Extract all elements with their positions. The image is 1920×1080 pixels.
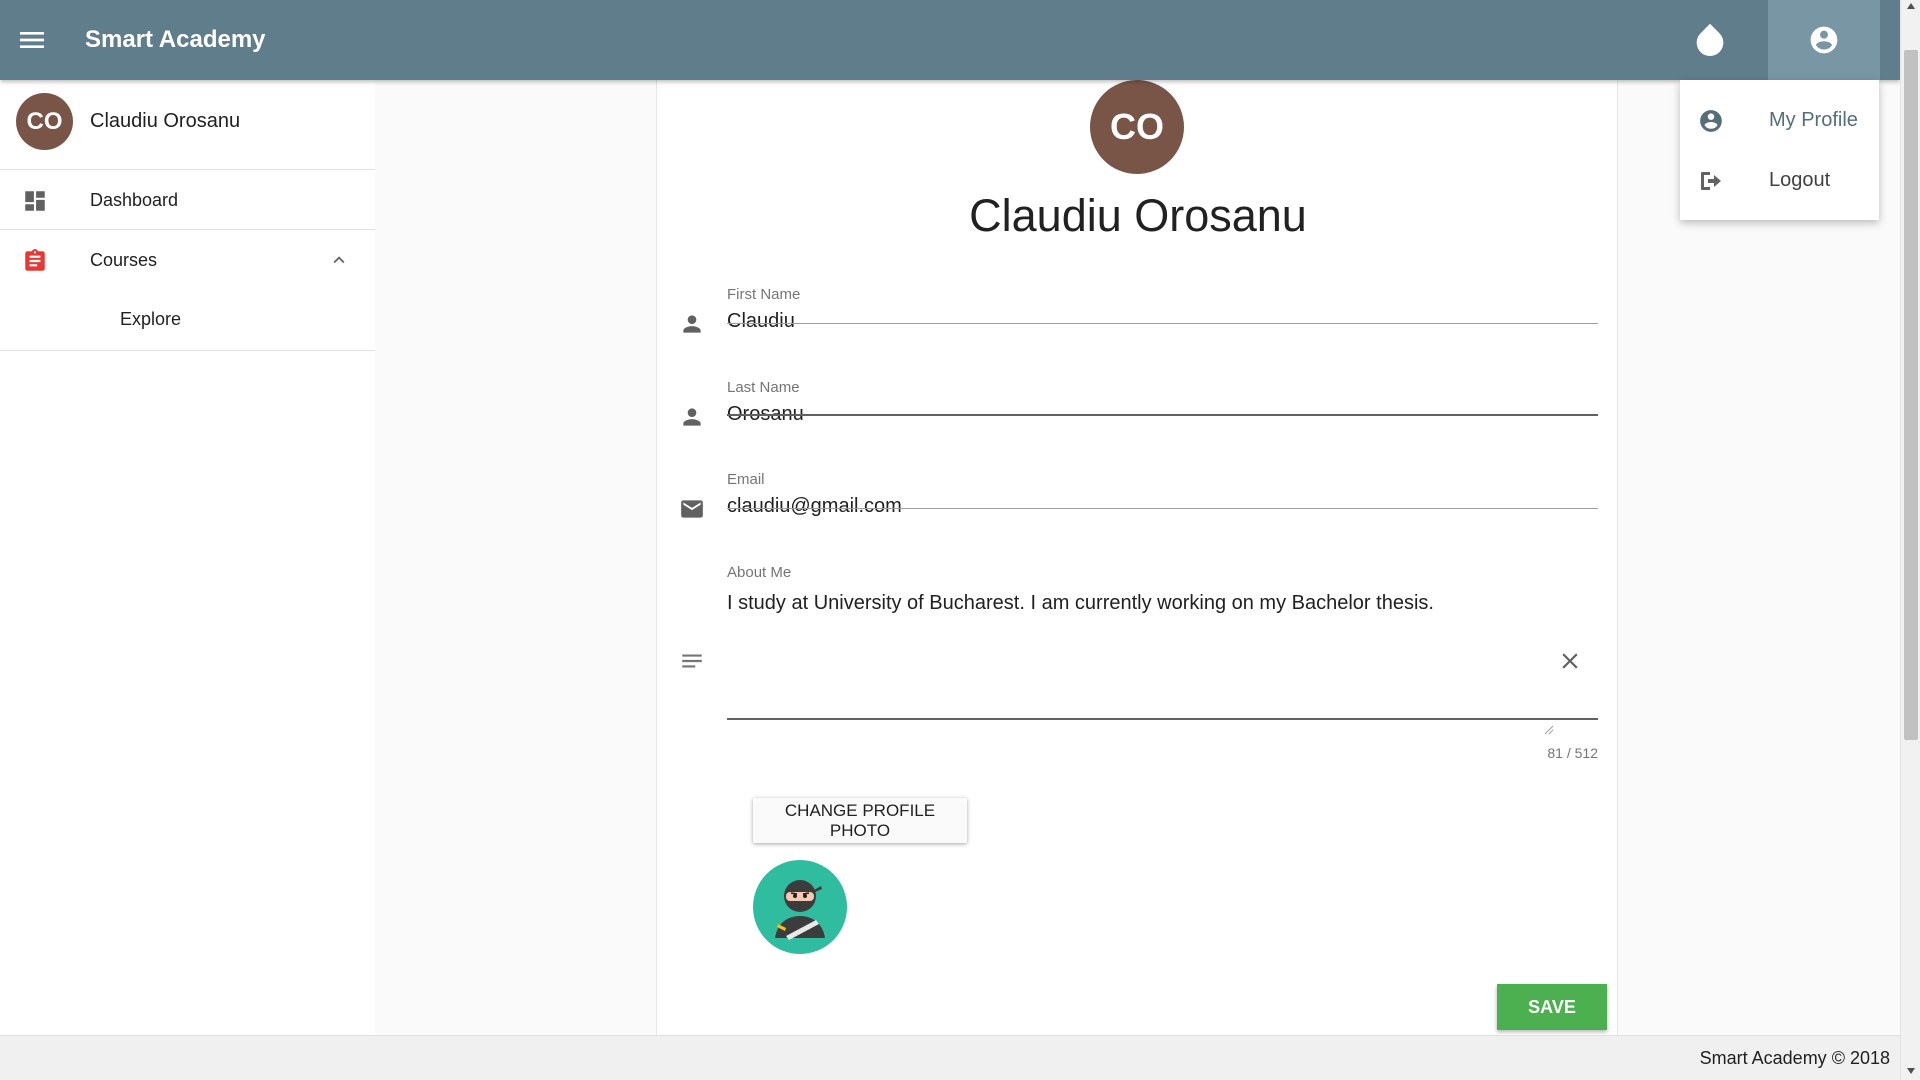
menu-icon[interactable] — [16, 24, 48, 56]
logout-icon — [1701, 172, 1721, 190]
sidebar-item-dashboard[interactable]: Dashboard — [0, 170, 375, 230]
footer: Smart Academy © 2018 — [0, 1035, 1900, 1080]
person-icon — [683, 408, 701, 426]
about-me-field[interactable]: About Me I study at University of Buchar… — [727, 564, 1598, 720]
chevron-up-icon[interactable] — [328, 249, 350, 271]
email-value[interactable]: claudiu@gmail.com — [727, 495, 902, 518]
last-name-label: Last Name — [727, 379, 800, 396]
scroll-down-arrow-icon[interactable] — [1907, 1068, 1915, 1074]
field-underline — [727, 414, 1598, 416]
menu-item-logout[interactable]: Logout — [1680, 150, 1879, 210]
app-bar: Smart Academy — [0, 0, 1900, 80]
field-underline — [727, 323, 1598, 324]
ninja-avatar-icon — [753, 860, 847, 954]
app-title: Smart Academy — [85, 26, 266, 53]
assignment-icon — [25, 249, 45, 271]
field-underline — [727, 718, 1598, 720]
dashboard-icon — [25, 191, 45, 211]
sidebar-item-explore[interactable]: Explore — [0, 290, 375, 351]
profile-avatar: CO — [1090, 80, 1184, 174]
first-name-field[interactable]: First Name Claudiu — [727, 286, 1598, 332]
first-name-label: First Name — [727, 286, 801, 303]
scroll-up-arrow-icon[interactable] — [1907, 3, 1915, 9]
menu-item-label: My Profile — [1769, 109, 1858, 131]
close-icon[interactable] — [1557, 648, 1583, 674]
notes-icon — [682, 654, 702, 668]
email-field[interactable]: Email claudiu@gmail.com — [727, 471, 1598, 517]
invert-colors-icon[interactable] — [1690, 20, 1730, 60]
last-name-field[interactable]: Last Name Orosanu — [727, 379, 1598, 425]
footer-copyright: Smart Academy © 2018 — [1699, 1048, 1890, 1068]
menu-item-my-profile[interactable]: My Profile — [1680, 90, 1879, 150]
scrollbar-thumb[interactable] — [1904, 50, 1918, 740]
avatar: CO — [16, 93, 73, 150]
resize-handle-icon[interactable] — [1544, 725, 1554, 735]
about-me-value[interactable]: I study at University of Bucharest. I am… — [727, 592, 1434, 615]
sidebar-item-courses[interactable]: Courses — [0, 230, 375, 290]
first-name-value[interactable]: Claudiu — [727, 310, 795, 333]
profile-card: CO Claudiu Orosanu First Name Claudiu La… — [656, 80, 1618, 1035]
page-scrollbar[interactable] — [1900, 0, 1920, 1080]
sidebar-item-label: Courses — [90, 250, 158, 270]
sidebar: CO Claudiu Orosanu Dashboard Courses Exp… — [0, 80, 375, 1035]
person-icon — [683, 315, 701, 333]
account-menu-button[interactable] — [1768, 0, 1880, 80]
field-underline — [727, 508, 1598, 509]
character-counter: 81 / 512 — [1547, 745, 1598, 761]
menu-item-label: Logout — [1769, 169, 1831, 191]
about-me-label: About Me — [727, 564, 792, 581]
account-dropdown-menu: My Profile Logout — [1680, 80, 1879, 220]
sidebar-user-name: Claudiu Orosanu — [90, 110, 241, 132]
sidebar-item-label: Explore — [120, 309, 182, 329]
email-icon — [681, 500, 703, 518]
save-button[interactable]: SAVE — [1497, 984, 1607, 1030]
account-circle-icon — [1700, 110, 1722, 132]
email-label: Email — [727, 471, 765, 488]
profile-name: Claudiu Orosanu — [969, 190, 1307, 241]
sidebar-user: CO Claudiu Orosanu — [0, 80, 375, 170]
sidebar-item-label: Dashboard — [90, 190, 179, 210]
change-profile-photo-button[interactable]: CHANGE PROFILE PHOTO — [753, 798, 967, 843]
account-circle-icon — [1810, 26, 1838, 54]
